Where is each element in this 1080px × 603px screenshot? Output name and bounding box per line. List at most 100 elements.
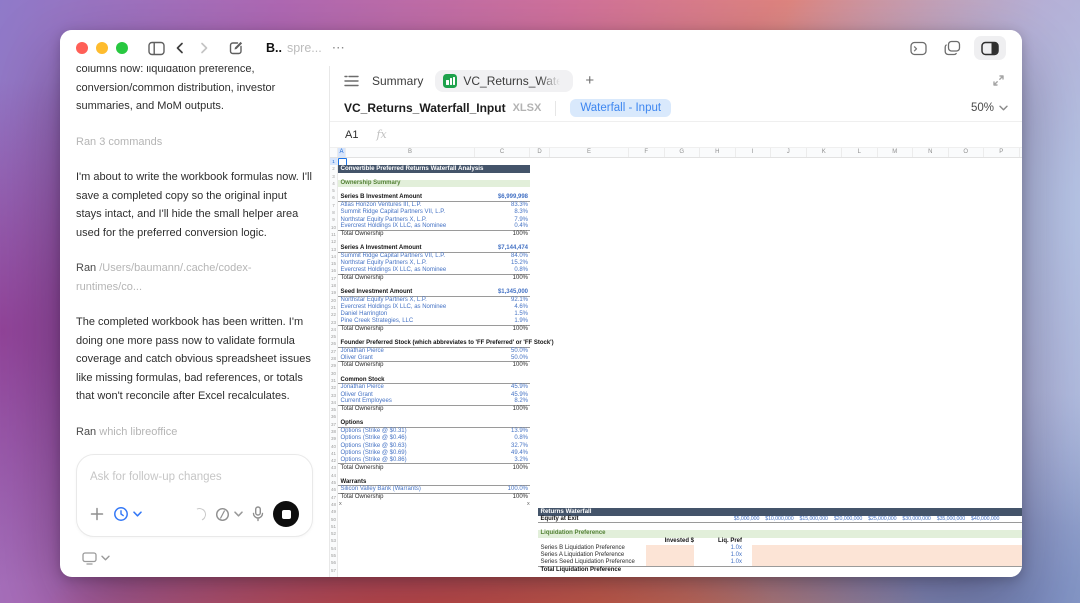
forward-icon[interactable] bbox=[192, 36, 216, 60]
tab-summary[interactable]: Summary bbox=[372, 74, 423, 88]
model-selector-icon[interactable] bbox=[113, 506, 142, 522]
add-tab-button[interactable]: + bbox=[585, 72, 594, 89]
column-header[interactable]: I bbox=[736, 148, 772, 157]
row-header[interactable]: 48 bbox=[330, 501, 337, 508]
column-header[interactable]: D bbox=[530, 148, 550, 157]
row-header[interactable]: 52 bbox=[330, 530, 337, 537]
invested-input-cell[interactable] bbox=[646, 559, 694, 565]
row-header[interactable]: 34 bbox=[330, 399, 337, 406]
row-header[interactable]: 15 bbox=[330, 260, 337, 267]
row-header[interactable]: 32 bbox=[330, 384, 337, 391]
row-header[interactable]: 30 bbox=[330, 370, 337, 377]
thread-list-icon[interactable] bbox=[342, 69, 360, 93]
row-header[interactable]: 6 bbox=[330, 194, 337, 201]
column-header[interactable]: B bbox=[346, 148, 475, 157]
row-header[interactable]: 54 bbox=[330, 545, 337, 552]
row-header[interactable]: 7 bbox=[330, 202, 337, 209]
row-header[interactable]: 27 bbox=[330, 348, 337, 355]
row-header[interactable]: 47 bbox=[330, 494, 337, 501]
row-header[interactable]: 46 bbox=[330, 486, 337, 493]
column-header[interactable]: F bbox=[629, 148, 665, 157]
row-header[interactable]: 55 bbox=[330, 552, 337, 559]
column-header[interactable]: H bbox=[700, 148, 736, 157]
row-header[interactable]: 44 bbox=[330, 472, 337, 479]
row-header[interactable]: 51 bbox=[330, 523, 337, 530]
row-header[interactable]: 41 bbox=[330, 450, 337, 457]
row-header[interactable]: 39 bbox=[330, 435, 337, 442]
row-header[interactable]: 23 bbox=[330, 319, 337, 326]
row-header[interactable]: 35 bbox=[330, 406, 337, 413]
column-header[interactable]: A bbox=[338, 148, 346, 157]
row-header[interactable]: 3 bbox=[330, 173, 337, 180]
row-header[interactable]: 9 bbox=[330, 216, 337, 223]
copy-stack-icon[interactable] bbox=[940, 36, 964, 60]
zoom-window-button[interactable] bbox=[116, 42, 128, 54]
row-header[interactable]: 29 bbox=[330, 362, 337, 369]
sheet-tab-pill[interactable]: Waterfall - Input bbox=[570, 99, 671, 117]
attach-plus-icon[interactable] bbox=[90, 507, 104, 521]
chat-command[interactable]: Ran /Users/baumann/.cache/codex-runtimes… bbox=[76, 259, 313, 296]
environment-selector[interactable] bbox=[76, 543, 313, 569]
follow-up-input[interactable] bbox=[90, 471, 299, 483]
title-more-icon[interactable]: ⋯ bbox=[332, 40, 346, 56]
sidebar-toggle-icon[interactable] bbox=[144, 36, 168, 60]
back-icon[interactable] bbox=[168, 36, 192, 60]
row-header[interactable]: 28 bbox=[330, 355, 337, 362]
row-header[interactable]: 42 bbox=[330, 457, 337, 464]
row-header[interactable]: 4 bbox=[330, 180, 337, 187]
row-header[interactable]: 17 bbox=[330, 275, 337, 282]
row-header[interactable]: 13 bbox=[330, 246, 337, 253]
row-header[interactable]: 22 bbox=[330, 311, 337, 318]
row-header[interactable]: 10 bbox=[330, 224, 337, 231]
row-header[interactable]: 26 bbox=[330, 340, 337, 347]
column-header[interactable]: G bbox=[665, 148, 701, 157]
row-header[interactable]: 12 bbox=[330, 238, 337, 245]
row-header[interactable]: 56 bbox=[330, 559, 337, 566]
row-header[interactable]: 11 bbox=[330, 231, 337, 238]
microphone-icon[interactable] bbox=[252, 506, 264, 522]
row-header[interactable]: 14 bbox=[330, 253, 337, 260]
row-header[interactable]: 8 bbox=[330, 209, 337, 216]
sheet-grid[interactable]: ABCDEFGHIJKLMNOP 12345678910111213141516… bbox=[330, 148, 1022, 577]
column-header[interactable]: E bbox=[550, 148, 629, 157]
chat-command[interactable]: Ran which libreoffice bbox=[76, 423, 313, 442]
row-header[interactable]: 24 bbox=[330, 326, 337, 333]
row-header[interactable]: 31 bbox=[330, 377, 337, 384]
row-header[interactable]: 40 bbox=[330, 443, 337, 450]
composer[interactable] bbox=[76, 454, 313, 537]
row-header[interactable]: 5 bbox=[330, 187, 337, 194]
invested-input-cell[interactable] bbox=[646, 552, 694, 559]
stop-button[interactable] bbox=[273, 501, 299, 527]
row-header[interactable]: 53 bbox=[330, 537, 337, 544]
column-header[interactable]: M bbox=[878, 148, 914, 157]
row-header[interactable]: 38 bbox=[330, 428, 337, 435]
close-window-button[interactable] bbox=[76, 42, 88, 54]
column-header[interactable]: P bbox=[984, 148, 1020, 157]
row-header[interactable]: 21 bbox=[330, 304, 337, 311]
column-header[interactable]: K bbox=[807, 148, 843, 157]
tab-workbook[interactable]: VC_Returns_Waterf bbox=[435, 70, 573, 92]
row-header[interactable]: 18 bbox=[330, 282, 337, 289]
row-header[interactable]: 16 bbox=[330, 267, 337, 274]
usage-selector-icon[interactable] bbox=[215, 507, 243, 522]
row-header[interactable]: 33 bbox=[330, 392, 337, 399]
column-header[interactable]: O bbox=[949, 148, 985, 157]
row-header[interactable]: 57 bbox=[330, 567, 337, 574]
column-header[interactable]: J bbox=[771, 148, 807, 157]
row-header[interactable]: 1 bbox=[330, 158, 337, 165]
terminal-icon[interactable] bbox=[906, 36, 930, 60]
row-header[interactable]: 50 bbox=[330, 516, 337, 523]
minimize-window-button[interactable] bbox=[96, 42, 108, 54]
row-header[interactable]: 25 bbox=[330, 333, 337, 340]
row-header[interactable]: 37 bbox=[330, 421, 337, 428]
row-header[interactable]: 19 bbox=[330, 289, 337, 296]
expand-icon[interactable] bbox=[986, 69, 1010, 93]
column-header[interactable]: L bbox=[842, 148, 878, 157]
row-header[interactable]: 43 bbox=[330, 464, 337, 471]
right-sidebar-toggle-icon[interactable] bbox=[974, 36, 1006, 60]
compose-icon[interactable] bbox=[224, 36, 248, 60]
column-header[interactable]: N bbox=[913, 148, 949, 157]
zoom-selector[interactable]: 50% bbox=[971, 102, 1008, 114]
row-header[interactable]: 2 bbox=[330, 165, 337, 172]
row-header[interactable]: 20 bbox=[330, 297, 337, 304]
